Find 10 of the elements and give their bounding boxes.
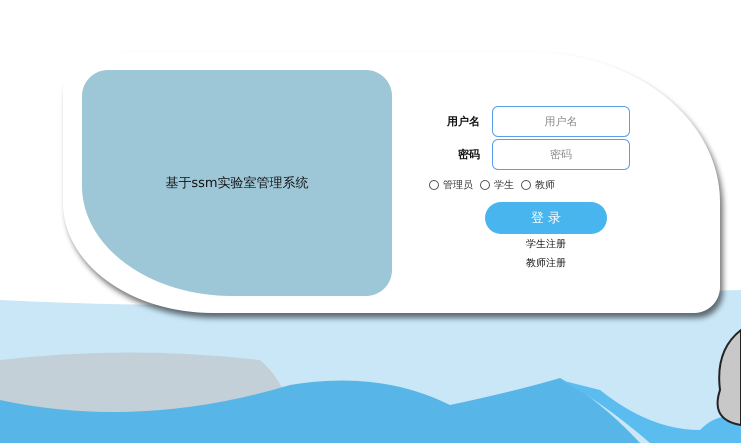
role-radio[interactable]: 学生 xyxy=(480,178,514,192)
register-link[interactable]: 学生注册 xyxy=(526,237,566,251)
field-label: 用户名 xyxy=(446,114,481,129)
field-label: 密码 xyxy=(457,147,481,162)
role-radio[interactable]: 管理员 xyxy=(429,178,473,192)
input-field[interactable]: 密码 xyxy=(492,139,630,170)
input-field[interactable]: 用户名 xyxy=(492,106,630,137)
register-link[interactable]: 教师注册 xyxy=(526,256,566,270)
system-title: 基于ssm实验室管理系统 xyxy=(165,175,309,192)
role-radio[interactable]: 教师 xyxy=(521,178,555,192)
